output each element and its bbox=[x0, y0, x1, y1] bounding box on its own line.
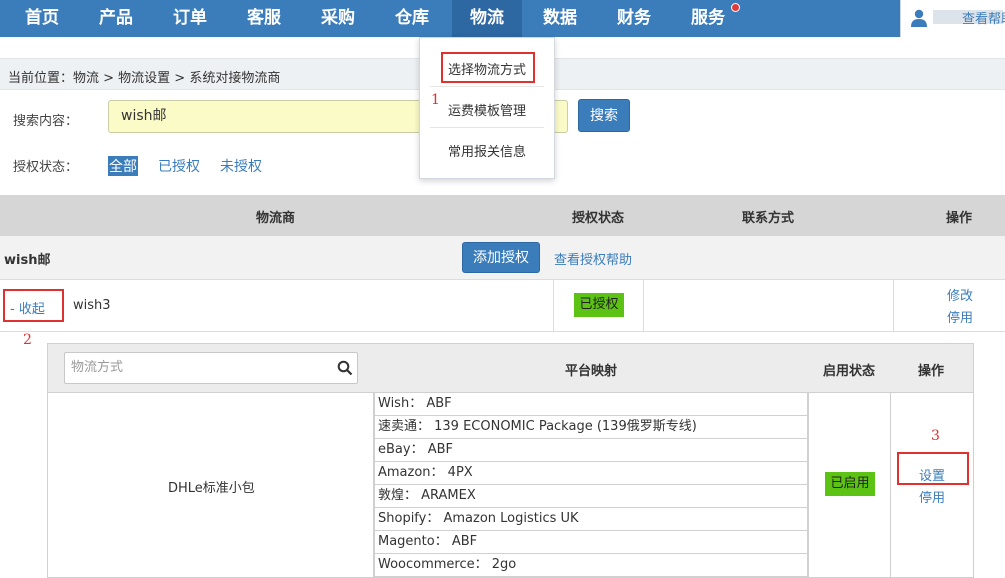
annotation-1: 1 bbox=[431, 92, 440, 108]
disable-provider-link[interactable]: 停用 bbox=[947, 307, 973, 326]
provider-name: wish3 bbox=[73, 298, 111, 313]
platform-mapping-item: Amazon： 4PX bbox=[374, 462, 808, 485]
filter-authorized[interactable]: 已授权 bbox=[158, 156, 200, 176]
nav-warehouse[interactable]: 仓库 bbox=[380, 0, 444, 37]
platform-mapping-item: Shopify： Amazon Logistics UK bbox=[374, 508, 808, 531]
col-inner-actions: 操作 bbox=[918, 364, 945, 379]
help-link[interactable]: 查看帮助 bbox=[962, 8, 1005, 27]
provider-row bbox=[0, 280, 1005, 332]
edit-provider-link[interactable]: 修改 bbox=[947, 285, 973, 304]
search-button[interactable]: 搜索 bbox=[578, 99, 630, 132]
group-name: wish邮 bbox=[4, 253, 51, 268]
platform-mapping-item: eBay： ABF bbox=[374, 439, 808, 462]
enabled-status-badge: 已启用 bbox=[825, 472, 875, 496]
nav-customer-service[interactable]: 客服 bbox=[232, 0, 296, 37]
divider bbox=[893, 280, 894, 332]
notification-dot bbox=[731, 3, 740, 12]
user-icon bbox=[911, 9, 927, 27]
platform-mapping-item: Wish： ABF bbox=[374, 393, 808, 416]
platform-mapping-item: 敦煌： ARAMEX bbox=[374, 485, 808, 508]
search-icon[interactable] bbox=[337, 360, 353, 376]
nav-finance[interactable]: 财务 bbox=[602, 0, 666, 37]
col-actions: 操作 bbox=[946, 211, 973, 226]
top-nav: 首页 产品 订单 客服 采购 仓库 物流 数据 财务 服务 bbox=[0, 0, 1005, 37]
annotation-2: 2 bbox=[23, 332, 32, 348]
highlight-box-2 bbox=[3, 289, 64, 322]
highlight-box-3 bbox=[897, 452, 969, 485]
annotation-3: 3 bbox=[931, 428, 940, 444]
divider bbox=[890, 393, 891, 578]
filter-unauthorized[interactable]: 未授权 bbox=[220, 156, 262, 176]
col-platform-mapping: 平台映射 bbox=[565, 364, 618, 379]
col-auth-status: 授权状态 bbox=[572, 211, 625, 226]
table-header: 物流商 授权状态 联系方式 操作 bbox=[0, 195, 1005, 236]
menu-customs-info[interactable]: 常用报关信息 bbox=[420, 141, 554, 160]
platform-mapping-item: Magento： ABF bbox=[374, 531, 808, 554]
nav-orders[interactable]: 订单 bbox=[158, 0, 222, 37]
nav-products[interactable]: 产品 bbox=[84, 0, 148, 37]
divider bbox=[643, 280, 644, 332]
shipping-method-name: DHLe标准小包 bbox=[168, 481, 255, 496]
nav-data[interactable]: 数据 bbox=[528, 0, 592, 37]
disable-method-link[interactable]: 停用 bbox=[919, 487, 945, 506]
menu-freight-template[interactable]: 运费模板管理 bbox=[420, 100, 554, 119]
search-label: 搜索内容： bbox=[13, 114, 79, 129]
nav-logistics[interactable]: 物流 bbox=[452, 0, 522, 37]
divider bbox=[808, 393, 809, 578]
col-contact: 联系方式 bbox=[742, 211, 795, 226]
menu-divider bbox=[430, 127, 544, 128]
auth-status-badge: 已授权 bbox=[574, 293, 624, 317]
method-search-input[interactable]: 物流方式 bbox=[64, 352, 358, 384]
col-provider: 物流商 bbox=[256, 211, 296, 226]
highlight-box-1 bbox=[441, 52, 535, 83]
add-authorization-button[interactable]: 添加授权 bbox=[462, 242, 540, 273]
platform-mapping-item: 速卖通： 139 ECONOMIC Package (139俄罗斯专线) bbox=[374, 416, 808, 439]
filter-all[interactable]: 全部 bbox=[108, 156, 138, 176]
nav-purchasing[interactable]: 采购 bbox=[306, 0, 370, 37]
auth-filter-label: 授权状态： bbox=[13, 160, 79, 175]
menu-divider bbox=[430, 86, 544, 87]
authorization-help-link[interactable]: 查看授权帮助 bbox=[554, 249, 632, 268]
breadcrumb: 当前位置：物流 > 物流设置 > 系统对接物流商 bbox=[8, 71, 281, 86]
platform-mapping-item: Woocommerce： 2go bbox=[374, 554, 808, 577]
col-enable-status: 启用状态 bbox=[823, 364, 876, 379]
divider bbox=[553, 280, 554, 332]
nav-home[interactable]: 首页 bbox=[10, 0, 74, 37]
